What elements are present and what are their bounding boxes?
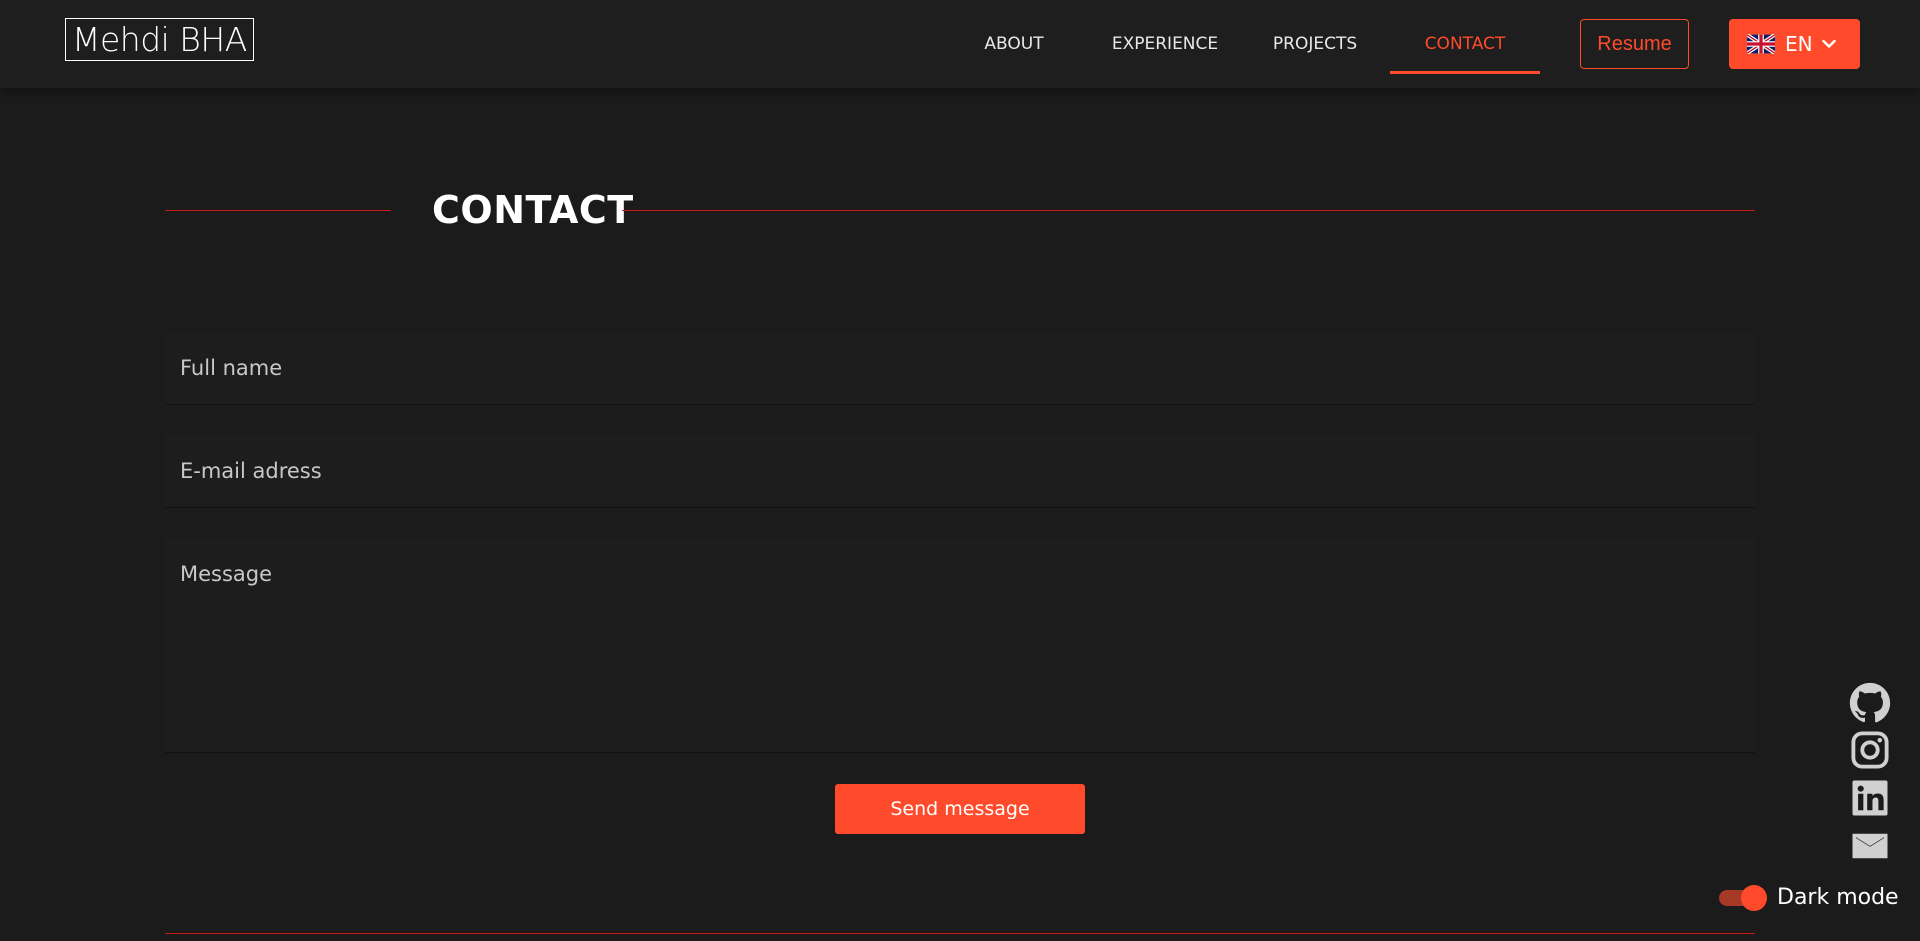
instagram-link[interactable] xyxy=(1849,729,1891,771)
nav-projects[interactable]: PROJECTS xyxy=(1270,0,1360,74)
send-message-button[interactable]: Send message xyxy=(835,784,1085,834)
nav-active-underline xyxy=(1390,71,1540,74)
dark-mode-label: Dark mode xyxy=(1777,885,1899,910)
mail-icon xyxy=(1852,833,1888,859)
footer-rule xyxy=(165,933,1755,934)
site-logo[interactable]: Mehdi BHA xyxy=(65,18,254,61)
title-rule-right xyxy=(622,210,1755,211)
message-field[interactable] xyxy=(165,538,1755,753)
page: Mehdi BHA ABOUT EXPERIENCE PROJECTS CONT… xyxy=(0,0,1920,941)
github-link[interactable] xyxy=(1849,682,1891,724)
linkedin-link[interactable] xyxy=(1849,777,1891,819)
site-header: Mehdi BHA ABOUT EXPERIENCE PROJECTS CONT… xyxy=(0,0,1920,88)
language-code: EN xyxy=(1785,32,1813,56)
dark-mode-toggle[interactable] xyxy=(1719,885,1767,911)
chevron-down-icon xyxy=(1821,39,1836,48)
linkedin-icon xyxy=(1852,780,1888,816)
github-icon xyxy=(1849,682,1891,723)
toggle-knob xyxy=(1741,885,1767,911)
nav-about[interactable]: ABOUT xyxy=(974,0,1054,74)
email-field[interactable] xyxy=(165,435,1755,508)
instagram-icon xyxy=(1851,731,1889,769)
page-title: CONTACT xyxy=(432,188,634,232)
language-selector[interactable]: EN xyxy=(1729,19,1860,69)
nav-experience[interactable]: EXPERIENCE xyxy=(1108,0,1222,74)
full-name-field[interactable] xyxy=(165,332,1755,405)
uk-flag-icon xyxy=(1747,34,1775,54)
title-rule-left xyxy=(165,210,391,211)
email-link[interactable] xyxy=(1849,825,1891,867)
nav-contact[interactable]: CONTACT xyxy=(1390,0,1540,74)
resume-button[interactable]: Resume xyxy=(1580,19,1689,69)
